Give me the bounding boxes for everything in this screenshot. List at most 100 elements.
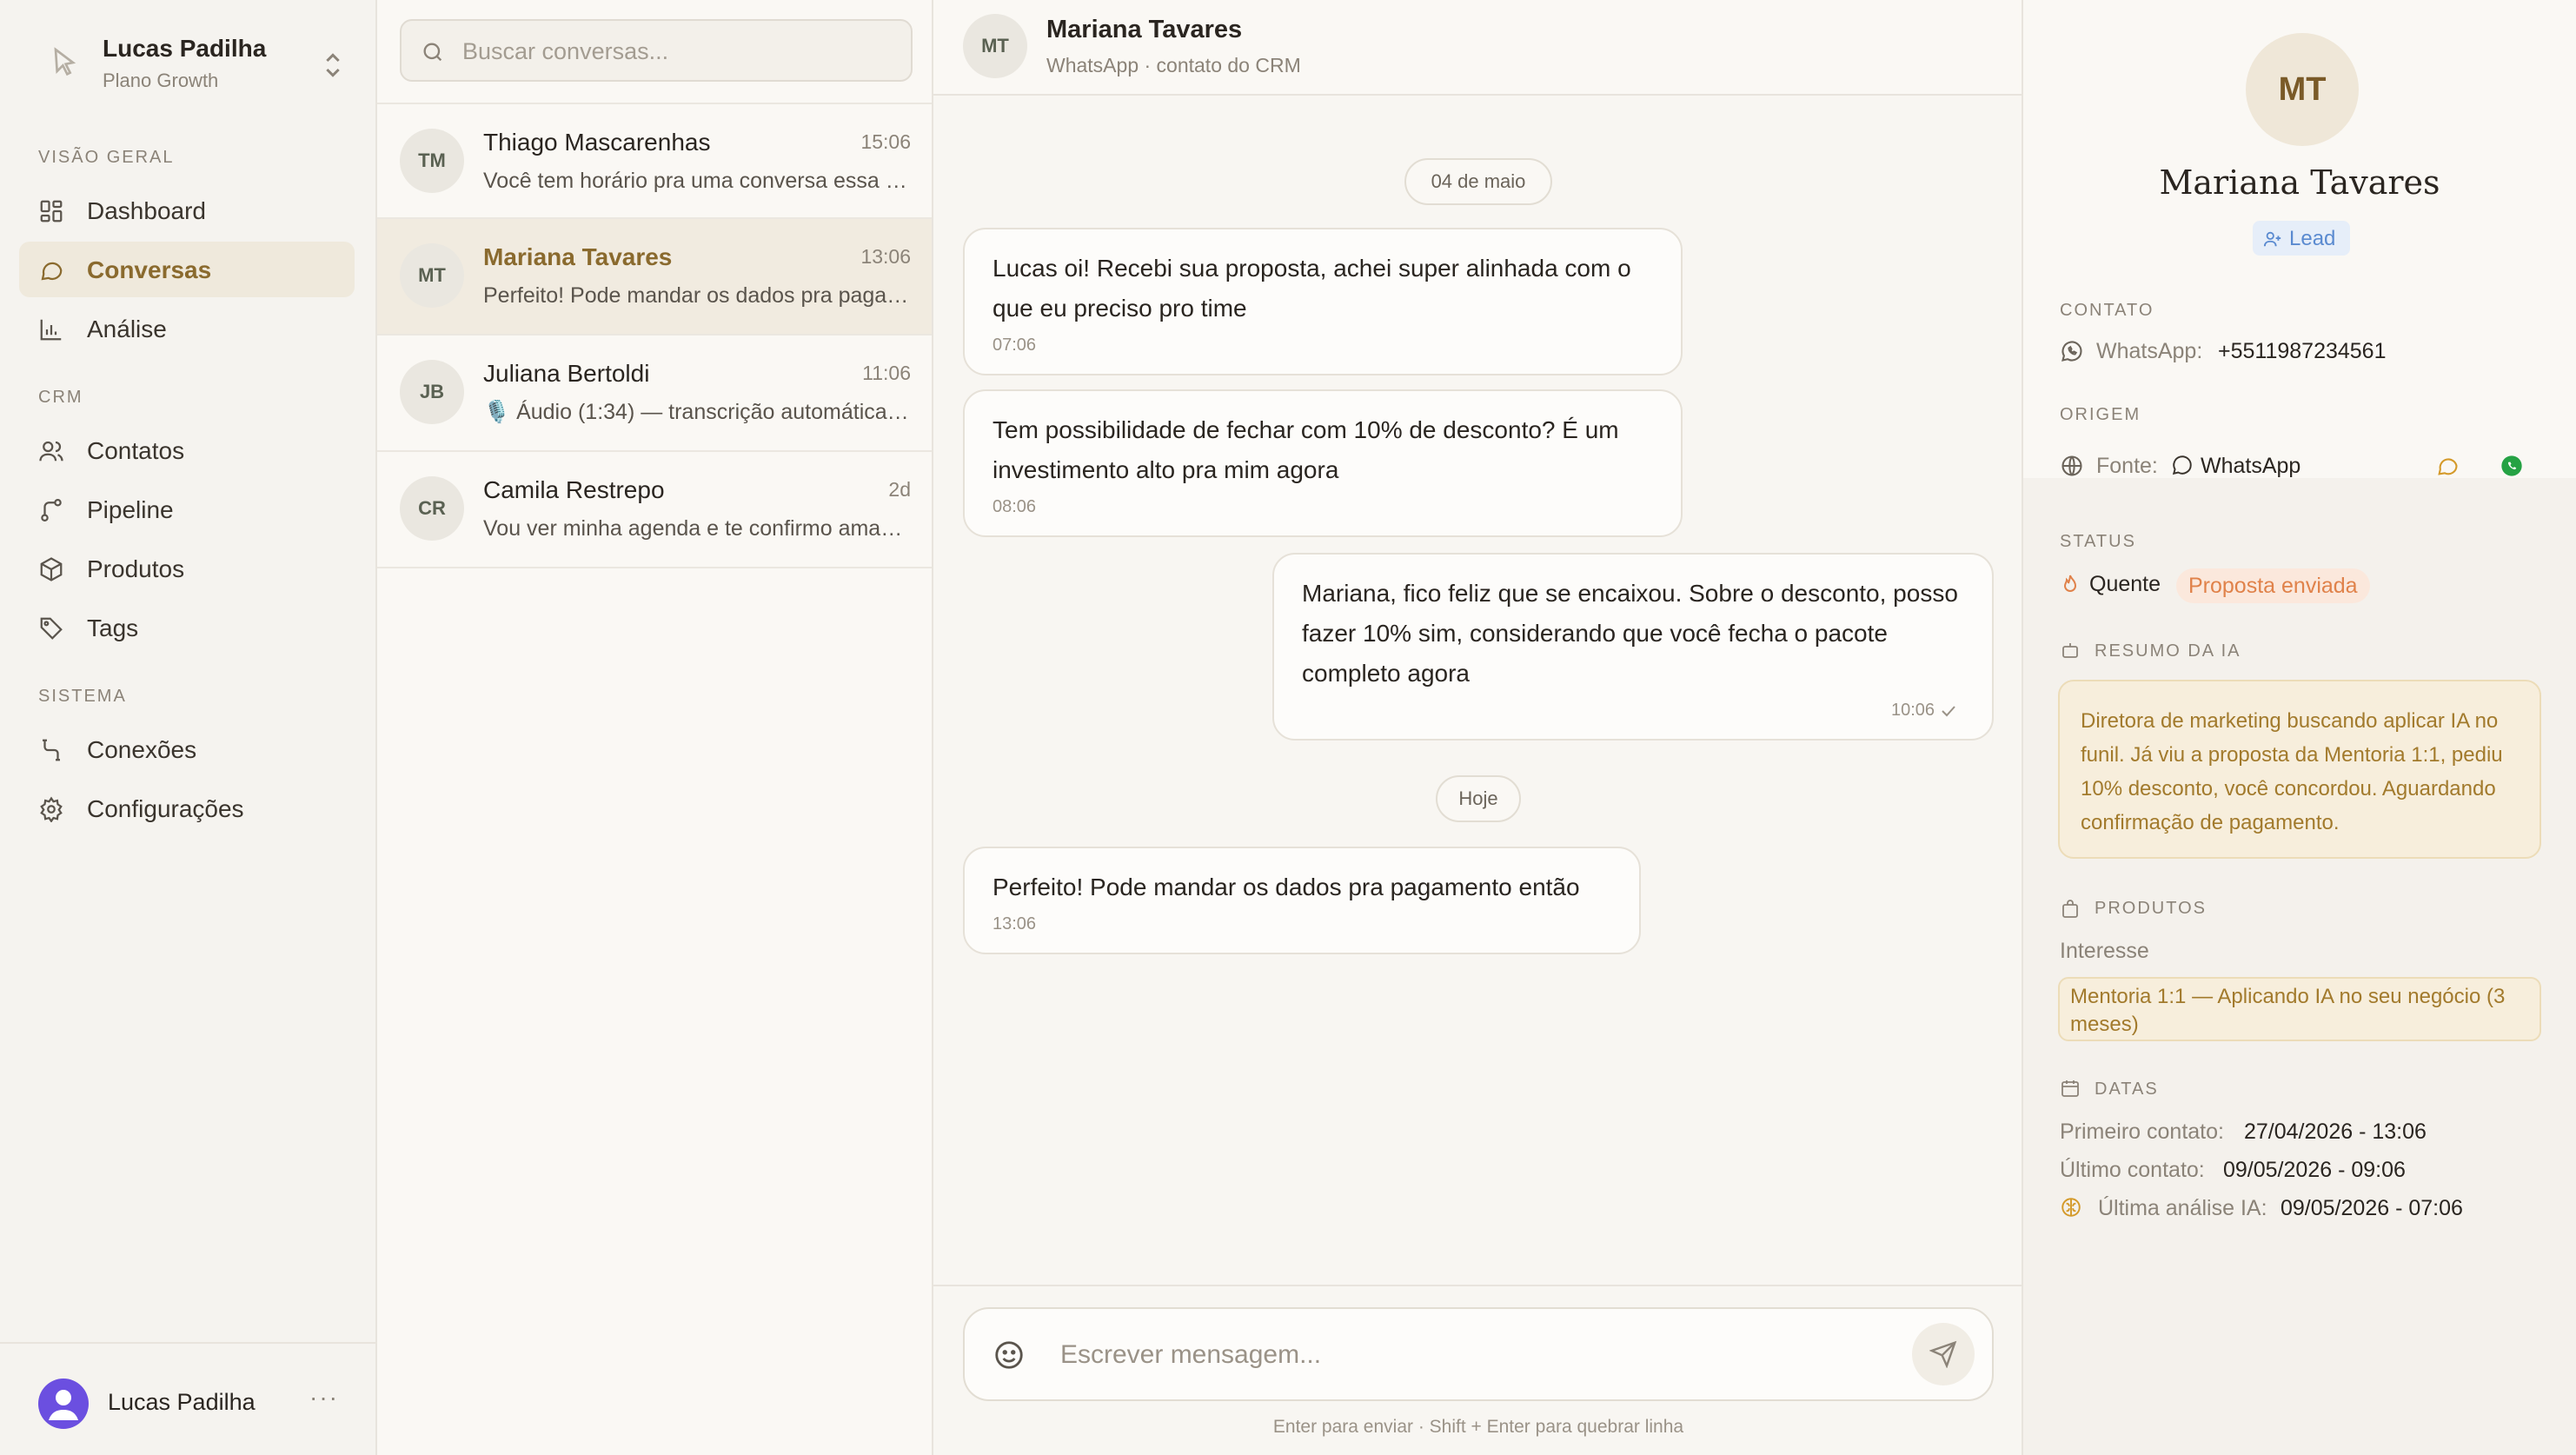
chat-header: MT Mariana Tavares WhatsApp · contato do… — [933, 0, 2022, 96]
section-title-status: STATUS — [2060, 532, 2136, 551]
users-icon — [39, 441, 63, 462]
send-icon — [1929, 1340, 1957, 1368]
nav-section-system: SISTEMA — [38, 687, 127, 706]
conversation-name: Juliana Bertoldi — [483, 360, 650, 387]
status-temperature: Quente — [2089, 572, 2161, 596]
more-options-button[interactable]: ··· — [309, 1384, 339, 1412]
sidebar-item-label: Conversas — [87, 256, 212, 283]
message-incoming: Lucas oi! Recebi sua proposta, achei sup… — [963, 228, 1683, 375]
ai-summary-text: Diretora de marketing buscando aplicar I… — [2081, 709, 2503, 834]
sidebar-item-label: Análise — [87, 316, 167, 342]
sidebar-item-tags[interactable]: Tags — [19, 600, 355, 655]
bar-chart-icon — [40, 319, 62, 341]
conversation-item[interactable]: JB Juliana Bertoldi 11:06 🎙️ Áudio (1:34… — [377, 336, 932, 452]
profile-name: Mariana Tavares — [2159, 163, 2440, 202]
sidebar-item-pipeline[interactable]: Pipeline — [19, 482, 355, 537]
sidebar-item-label: Dashboard — [87, 197, 206, 224]
calendar-icon — [2061, 1080, 2079, 1097]
avatar: MT — [400, 243, 464, 308]
chat-panel: MT Mariana Tavares WhatsApp · contato do… — [933, 0, 2023, 1455]
search-box — [400, 19, 913, 82]
message-time: 13:06 — [993, 914, 1037, 933]
globe-icon — [2061, 455, 2082, 476]
origin-value: WhatsApp — [2201, 454, 2301, 478]
sidebar: Lucas Padilha Plano Growth VISÃO GERAL D… — [0, 0, 377, 1455]
product-name: Mentoria 1:1 — Aplicando IA no seu negóc… — [2070, 985, 2506, 1036]
whatsapp-icon — [2061, 341, 2082, 362]
message-incoming: Tem possibilidade de fechar com 10% de d… — [963, 389, 1683, 537]
whatsapp-green-icon[interactable] — [2500, 454, 2524, 478]
conversation-time: 2d — [888, 478, 911, 501]
message-time: 08:06 — [993, 497, 1037, 516]
conversation-item[interactable]: CR Camila Restrepo 2d Vou ver minha agen… — [377, 452, 932, 568]
check-icon — [1942, 706, 1955, 717]
conversation-time: 15:06 — [860, 130, 911, 153]
conversation-time: 13:06 — [860, 245, 911, 268]
search-input[interactable] — [462, 33, 897, 70]
send-button[interactable] — [1912, 1323, 1975, 1385]
robot-icon — [2062, 643, 2078, 658]
sidebar-item-label: Contatos — [87, 437, 185, 464]
cursor-logo-icon — [54, 47, 76, 76]
tag-icon — [40, 617, 63, 640]
sidebar-item-conexoes[interactable]: Conexões — [19, 721, 355, 777]
sidebar-item-produtos[interactable]: Produtos — [19, 541, 355, 596]
conversation-item-active[interactable]: MT Mariana Tavares 13:06 Perfeito! Pode … — [377, 219, 932, 336]
chevron-up-down-icon — [326, 53, 340, 77]
last-contact-label: Último contato: — [2060, 1158, 2205, 1182]
sidebar-item-dashboard[interactable]: Dashboard — [19, 183, 355, 238]
emoji-icon[interactable] — [993, 1339, 1026, 1372]
message-outgoing: Mariana, fico feliz que se encaixou. Sob… — [1272, 553, 1994, 741]
brain-icon — [2061, 1198, 2081, 1217]
product-chip[interactable]: Mentoria 1:1 — Aplicando IA no seu negóc… — [2058, 977, 2541, 1041]
sidebar-item-contatos[interactable]: Contatos — [19, 422, 355, 478]
conversation-list: TM Thiago Mascarenhas 15:06 Você tem hor… — [377, 0, 933, 1455]
message-text: Mariana, fico feliz que se encaixou. Sob… — [1302, 580, 1958, 687]
message-text: Lucas oi! Recebi sua proposta, achei sup… — [993, 255, 1631, 322]
sidebar-item-configuracoes[interactable]: Configurações — [19, 781, 355, 836]
message-input[interactable] — [1060, 1335, 1842, 1375]
chat-icon — [41, 262, 63, 281]
sidebar-item-conversas[interactable]: Conversas — [19, 242, 355, 297]
conversation-name: Thiago Mascarenhas — [483, 129, 711, 156]
sidebar-item-label: Configurações — [87, 795, 244, 822]
message-text: Tem possibilidade de fechar com 10% de d… — [993, 416, 1619, 483]
first-contact-label: Primeiro contato: — [2060, 1119, 2224, 1144]
composer-divider — [933, 1285, 2022, 1286]
user-avatar-icon — [49, 1390, 78, 1420]
flame-icon — [2063, 575, 2077, 592]
contact-phone[interactable]: +5511987234561 — [2218, 339, 2387, 364]
avatar: TM — [400, 129, 464, 193]
contact-profile-panel: MT Mariana Tavares Lead CONTATO WhatsApp… — [2023, 0, 2576, 1455]
whatsapp-icon — [2172, 455, 2192, 475]
lead-badge: Lead — [2253, 221, 2350, 256]
message-time: 07:06 — [993, 336, 1037, 355]
message-text: Perfeito! Pode mandar os dados pra pagam… — [993, 874, 1580, 900]
user-plus-icon — [2263, 231, 2281, 247]
avatar: JB — [400, 360, 464, 424]
origin-label: Fonte: — [2096, 454, 2158, 478]
pipeline-icon — [41, 499, 62, 522]
lead-badge-label: Lead — [2289, 227, 2336, 250]
chat-icon[interactable] — [2435, 454, 2460, 478]
connections-icon — [43, 739, 60, 761]
last-contact-value: 09/05/2026 - 09:06 — [2223, 1158, 2406, 1182]
section-title-dates: DATAS — [2095, 1080, 2159, 1099]
search-icon — [423, 43, 442, 62]
user-footer[interactable]: Lucas Padilha ··· — [0, 1342, 375, 1455]
avatar: MT — [963, 14, 1027, 78]
ai-summary-box: Diretora de marketing buscando aplicar I… — [2058, 680, 2541, 859]
sidebar-item-analise[interactable]: Análise — [19, 301, 355, 356]
conversation-item[interactable]: TM Thiago Mascarenhas 15:06 Você tem hor… — [377, 103, 932, 219]
conversation-preview: 🎙️ Áudio (1:34) — transcrição automática… — [483, 400, 913, 424]
conversation-time: 11:06 — [862, 362, 911, 384]
message-composer — [963, 1307, 1994, 1401]
conversation-preview: Vou ver minha agenda e te confirmo amanh… — [483, 516, 913, 541]
section-title-products: PRODUTOS — [2095, 899, 2207, 918]
avatar: CR — [400, 476, 464, 541]
chat-contact-subtitle: WhatsApp · contato do CRM — [1046, 54, 1301, 76]
last-ai-analysis-value: 09/05/2026 - 07:06 — [2281, 1196, 2463, 1220]
sidebar-item-label: Produtos — [87, 555, 185, 582]
composer-hint: Enter para enviar · Shift + Enter para q… — [1272, 1417, 1684, 1437]
workspace-switcher[interactable]: Lucas Padilha Plano Growth — [35, 30, 348, 99]
